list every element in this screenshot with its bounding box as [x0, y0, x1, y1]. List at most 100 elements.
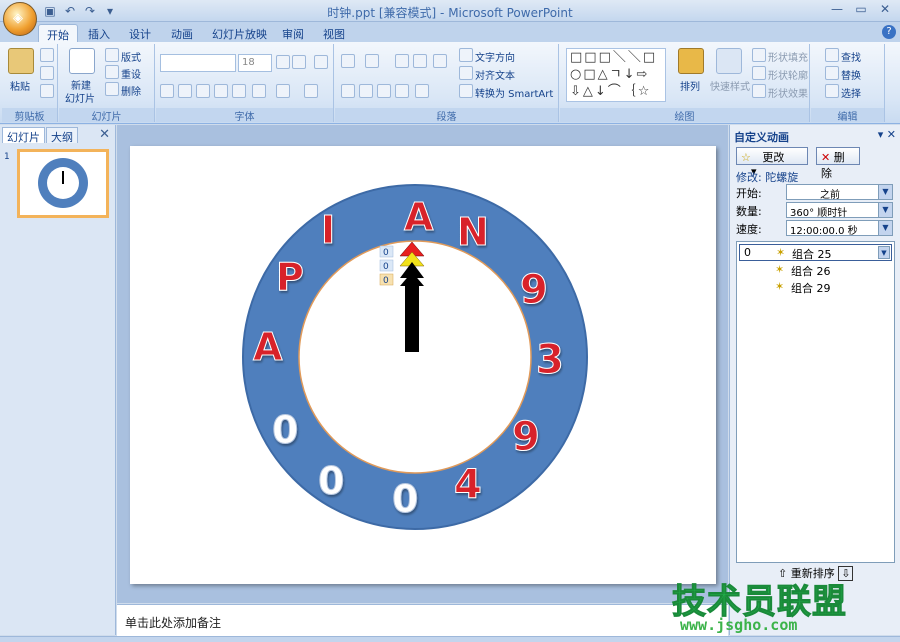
font-color-icon[interactable] — [304, 84, 318, 98]
tab-insert[interactable]: 插入 — [80, 24, 118, 42]
clock-graphic: A N 9 3 9 4 0 0 0 A P I 0 0 0 — [242, 184, 588, 530]
clear-format-icon[interactable] — [314, 55, 328, 69]
arrange-button[interactable]: 排列 — [680, 78, 700, 93]
shape-fill-button[interactable]: 形状填充 — [768, 49, 808, 64]
align-left-icon[interactable] — [341, 84, 355, 98]
change-case-icon[interactable] — [276, 84, 290, 98]
text-direction-button[interactable]: 文字方向 — [475, 49, 515, 64]
animation-item[interactable]: 0 ✶ 组合 25 ▼ — [739, 244, 892, 261]
replace-icon — [825, 66, 839, 80]
speed-select[interactable]: 12:00:00.0 秒 ▼ — [786, 220, 893, 237]
shape-effects-button[interactable]: 形状效果 — [768, 85, 808, 100]
minimize-icon[interactable]: — — [826, 2, 848, 18]
animation-item-label: 组合 25 — [792, 248, 832, 261]
spin-effect-icon: ✶ — [775, 280, 785, 293]
smartart-button[interactable]: 转换为 SmartArt — [475, 85, 553, 100]
align-text-button[interactable]: 对齐文本 — [475, 67, 515, 82]
chevron-down-icon[interactable]: ▼ — [878, 246, 890, 259]
columns-icon[interactable] — [415, 84, 429, 98]
cut-icon[interactable] — [40, 48, 54, 62]
arrange-icon[interactable] — [678, 48, 704, 74]
underline-icon[interactable] — [196, 84, 210, 98]
close-icon[interactable]: ✕ — [874, 2, 896, 18]
shadow-icon[interactable] — [232, 84, 246, 98]
new-slide-icon[interactable] — [69, 48, 95, 74]
bold-icon[interactable] — [160, 84, 174, 98]
align-center-icon[interactable] — [359, 84, 373, 98]
delete-slide-icon — [105, 82, 119, 96]
char-spacing-icon[interactable] — [252, 84, 266, 98]
font-size-field[interactable]: 18 — [238, 54, 272, 72]
line-spacing-icon[interactable] — [433, 54, 447, 68]
chevron-down-icon: ▼ — [878, 185, 892, 199]
strikethrough-icon[interactable] — [214, 84, 228, 98]
layout-button[interactable]: 版式 — [121, 49, 141, 64]
office-logo-icon: ◈ — [13, 11, 23, 26]
numbering-icon[interactable] — [365, 54, 379, 68]
clock-letter-7: 0 — [392, 477, 418, 521]
select-button[interactable]: 选择 — [841, 85, 861, 100]
tab-home[interactable]: 开始 — [38, 24, 78, 42]
animation-item[interactable]: ✶ 组合 26 — [739, 262, 892, 279]
tab-outline[interactable]: 大纲 — [46, 127, 78, 144]
start-value: 之前 — [820, 190, 840, 201]
start-select[interactable]: 之前 ▼ — [786, 184, 893, 201]
remove-effect-button[interactable]: ✕ 删除 — [816, 147, 860, 180]
shape-outline-button[interactable]: 形状轮廓 — [768, 67, 808, 82]
slide-thumbnail[interactable] — [17, 149, 109, 218]
office-button[interactable]: ◈ — [3, 2, 37, 36]
group-editing: 查找 替换 选择 编辑 — [811, 44, 885, 123]
paste-button[interactable]: 粘贴 — [10, 78, 30, 93]
group-label-font: 字体 — [156, 108, 333, 123]
change-effect-button[interactable]: ☆ 更改 ▾ — [736, 147, 808, 178]
replace-button[interactable]: 替换 — [841, 67, 861, 82]
quick-styles-button[interactable]: 快速样式 — [710, 78, 750, 93]
shrink-font-icon[interactable] — [292, 55, 306, 69]
font-name-field[interactable] — [160, 54, 236, 72]
help-icon[interactable]: ? — [882, 25, 896, 39]
reset-button[interactable]: 重设 — [121, 66, 141, 81]
slide-canvas[interactable]: A N 9 3 9 4 0 0 0 A P I 0 0 0 — [130, 146, 716, 584]
quick-styles-icon[interactable] — [716, 48, 742, 74]
amount-value: 360° 顺时针 — [790, 208, 848, 219]
spin-effect-icon: ✶ — [775, 263, 785, 276]
close-icon[interactable]: ✕ — [99, 127, 110, 142]
group-label-paragraph: 段落 — [335, 108, 558, 123]
pane-menu-icon[interactable]: ▾ — [878, 128, 884, 141]
format-painter-icon[interactable] — [40, 84, 54, 98]
shapes-gallery[interactable]: □□□＼＼□ ○□△ㄱ↓⇨ ⇩△↓⌒｛☆ — [566, 48, 666, 102]
chevron-down-icon: ▼ — [878, 221, 892, 235]
bullets-icon[interactable] — [341, 54, 355, 68]
text-direction-icon — [459, 48, 473, 62]
shape-outline-icon — [752, 66, 766, 80]
find-button[interactable]: 查找 — [841, 49, 861, 64]
tab-slideshow[interactable]: 幻灯片放映 — [204, 24, 275, 42]
amount-select[interactable]: 360° 顺时针 ▼ — [786, 202, 893, 219]
increase-indent-icon[interactable] — [413, 54, 427, 68]
new-slide-button-line2[interactable]: 幻灯片 — [65, 90, 95, 105]
decrease-indent-icon[interactable] — [395, 54, 409, 68]
tab-animations[interactable]: 动画 — [163, 24, 201, 42]
align-right-icon[interactable] — [377, 84, 391, 98]
watermark: 技术员联盟 www.jsgho.com — [672, 574, 858, 642]
animation-item-number: 0 — [744, 246, 751, 259]
paste-icon[interactable] — [8, 48, 34, 74]
tab-design[interactable]: 设计 — [121, 24, 159, 42]
tab-slides-thumbnails[interactable]: 幻灯片 — [2, 127, 45, 144]
maximize-icon[interactable]: ▭ — [850, 2, 872, 18]
ribbon: 粘贴 剪贴板 新建 幻灯片 版式 重设 删除 幻灯片 18 字体 文字方向 对齐… — [0, 42, 900, 124]
align-text-icon — [459, 66, 473, 80]
notes-pane[interactable]: 单击此处添加备注 — [117, 604, 728, 636]
justify-icon[interactable] — [395, 84, 409, 98]
tab-review[interactable]: 审阅 — [274, 24, 312, 42]
delete-slide-button[interactable]: 删除 — [121, 83, 141, 98]
select-icon — [825, 84, 839, 98]
shape-effects-icon — [752, 84, 766, 98]
tab-view[interactable]: 视图 — [315, 24, 353, 42]
group-label-clipboard: 剪贴板 — [2, 108, 57, 123]
grow-font-icon[interactable] — [276, 55, 290, 69]
copy-icon[interactable] — [40, 66, 54, 80]
close-icon[interactable]: ✕ — [887, 128, 896, 141]
animation-item[interactable]: ✶ 组合 29 — [739, 279, 892, 296]
italic-icon[interactable] — [178, 84, 192, 98]
